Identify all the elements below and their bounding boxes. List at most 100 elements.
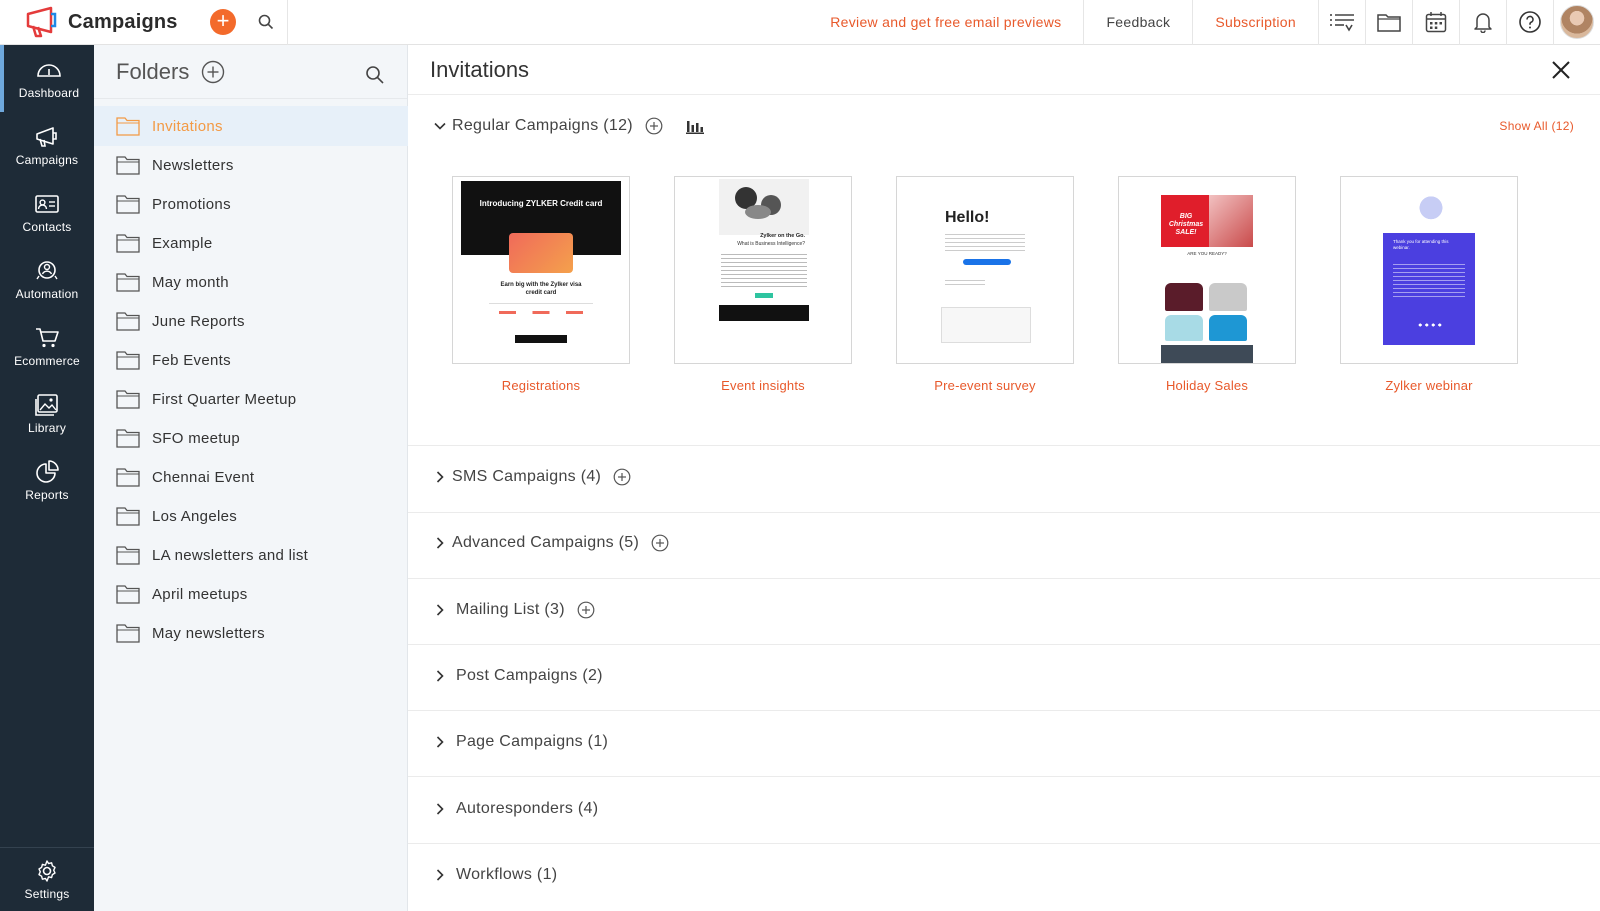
campaign-card-holiday-sales[interactable]: BIG Christmas SALE! ARE YOU READY? Holid… [1118, 176, 1296, 393]
webinar-illustration [1411, 191, 1451, 233]
section-post-campaigns[interactable]: Post Campaigns (2) [408, 664, 1600, 688]
folder-item-april-meetups[interactable]: April meetups [94, 574, 408, 614]
nav-settings[interactable]: Settings [0, 847, 94, 911]
chevron-down-icon [434, 122, 446, 130]
section-mailing-list[interactable]: Mailing List (3) [408, 598, 1600, 622]
folders-title: Folders [116, 58, 190, 84]
lists-button[interactable] [1318, 0, 1365, 45]
close-icon[interactable] [1550, 59, 1572, 81]
add-regular-campaign-button[interactable] [645, 117, 663, 135]
avatar [1560, 5, 1594, 39]
campaign-card-event-insights[interactable]: Zylker on the Go. What is Business Intel… [674, 176, 852, 393]
folder-item-newsletters[interactable]: Newsletters [94, 145, 408, 185]
thumb-heading: Thank you for attending this webinar. [1393, 239, 1449, 250]
folder-item-promotions[interactable]: Promotions [94, 184, 408, 224]
section-workflows[interactable]: Workflows (1) [408, 863, 1600, 887]
search-icon [258, 14, 273, 30]
credit-card-image [509, 233, 573, 273]
cart-icon [36, 327, 59, 347]
megaphone-logo-icon [26, 6, 57, 38]
nav-dashboard[interactable]: Dashboard [0, 45, 94, 112]
folder-item-may-newsletters[interactable]: May newsletters [94, 613, 408, 653]
folder-item-sfo-meetup[interactable]: SFO meetup [94, 418, 408, 458]
folder-icon [116, 624, 140, 643]
app-name: Campaigns [68, 10, 178, 33]
brand[interactable]: Campaigns [0, 0, 200, 45]
folder-icon [116, 585, 140, 604]
folder-button[interactable] [1365, 0, 1412, 45]
nav-campaigns[interactable]: Campaigns [0, 112, 94, 179]
left-navigation: Dashboard Campaigns Contacts Automation … [0, 45, 94, 911]
folder-icon [116, 273, 140, 292]
nav-reports[interactable]: Reports [0, 447, 94, 514]
folder-item-first-quarter-meetup[interactable]: First Quarter Meetup [94, 379, 408, 419]
add-folder-button[interactable] [201, 60, 225, 84]
feedback-link[interactable]: Feedback [1084, 0, 1194, 45]
section-autoresponders[interactable]: Autoresponders (4) [408, 797, 1600, 821]
campaign-card-registrations[interactable]: Introducing ZYLKER Credit card Earn big … [452, 176, 630, 393]
global-search-button[interactable] [244, 0, 288, 45]
folder-item-invitations[interactable]: Invitations [94, 106, 408, 146]
campaign-card-pre-event-survey[interactable]: Hello! Pre-event survey [896, 176, 1074, 393]
folder-item-example[interactable]: Example [94, 223, 408, 263]
section-regular-campaigns[interactable]: Regular Campaigns (12) Show All (12) [408, 115, 1600, 137]
top-bar: Campaigns + Review and get free email pr… [0, 0, 1600, 45]
calendar-button[interactable] [1412, 0, 1459, 45]
folder-icon [1377, 14, 1401, 32]
campaign-thumbnail: Hello! [896, 176, 1074, 364]
campaign-thumbnail: Introducing ZYLKER Credit card Earn big … [452, 176, 630, 364]
folder-icon [116, 390, 140, 409]
show-all-link[interactable]: Show All (12) [1499, 119, 1574, 133]
review-previews-link[interactable]: Review and get free email previews [808, 0, 1085, 45]
folders-panel: Folders Invitations Newsletters Promotio… [94, 45, 408, 911]
folder-icon [116, 195, 140, 214]
campaign-thumbnail: BIG Christmas SALE! ARE YOU READY? [1118, 176, 1296, 364]
section-page-campaigns[interactable]: Page Campaigns (1) [408, 730, 1600, 754]
folder-item-june-reports[interactable]: June Reports [94, 301, 408, 341]
folder-icon [116, 351, 140, 370]
folder-item-may-month[interactable]: May month [94, 262, 408, 302]
chevron-right-icon [436, 537, 444, 549]
profile-button[interactable] [1553, 0, 1600, 45]
folder-icon [116, 312, 140, 331]
section-sms-campaigns[interactable]: SMS Campaigns (4) [408, 465, 1600, 489]
add-mailing-list-button[interactable] [577, 601, 595, 619]
folder-item-chennai-event[interactable]: Chennai Event [94, 457, 408, 497]
nav-library[interactable]: Library [0, 380, 94, 447]
megaphone-icon [36, 126, 57, 147]
folder-icon [116, 156, 140, 175]
help-icon [1519, 11, 1541, 33]
folder-icon [116, 117, 140, 136]
folder-item-la-newsletters[interactable]: LA newsletters and list [94, 535, 408, 575]
chevron-right-icon [436, 803, 444, 815]
folder-search-button[interactable] [365, 65, 385, 85]
gear-icon [38, 859, 56, 882]
campaign-thumbnail: Thank you for attending this webinar. [1340, 176, 1518, 364]
campaign-thumbnail: Zylker on the Go. What is Business Intel… [674, 176, 852, 364]
folder-icon [116, 468, 140, 487]
nav-ecommerce[interactable]: Ecommerce [0, 313, 94, 380]
create-new-button[interactable]: + [210, 9, 236, 35]
campaign-card-zylker-webinar[interactable]: Thank you for attending this webinar. Zy… [1340, 176, 1518, 393]
folder-item-feb-events[interactable]: Feb Events [94, 340, 408, 380]
automation-icon [36, 260, 58, 279]
notifications-button[interactable] [1459, 0, 1506, 45]
thumb-heading: Introducing ZYLKER Credit card [479, 199, 603, 208]
help-button[interactable] [1506, 0, 1553, 45]
section-advanced-campaigns[interactable]: Advanced Campaigns (5) [408, 531, 1600, 555]
folder-icon [116, 234, 140, 253]
main-content: Invitations Regular Campaigns (12) Show … [408, 45, 1600, 911]
contact-card-icon [35, 194, 59, 213]
add-sms-campaign-button[interactable] [613, 468, 631, 486]
nav-automation[interactable]: Automation [0, 246, 94, 313]
thumb-heading: Zylker on the Go. [760, 233, 805, 239]
add-advanced-campaign-button[interactable] [651, 534, 669, 552]
folder-icon [116, 507, 140, 526]
chevron-right-icon [436, 869, 444, 881]
folder-item-los-angeles[interactable]: Los Angeles [94, 496, 408, 536]
nav-contacts[interactable]: Contacts [0, 179, 94, 246]
thumb-text: ARE YOU READY? [1187, 251, 1227, 256]
bar-chart-icon[interactable] [685, 117, 705, 135]
thumb-heading: Hello! [945, 209, 990, 226]
subscription-link[interactable]: Subscription [1193, 0, 1318, 45]
